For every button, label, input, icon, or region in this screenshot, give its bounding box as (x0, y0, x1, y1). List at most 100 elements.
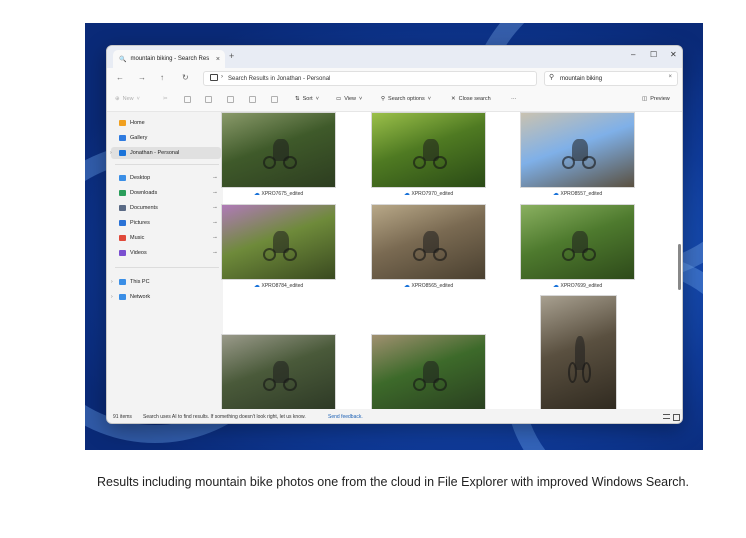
file-name: XPRO8784_edited (261, 283, 304, 289)
tiles-view-icon[interactable] (673, 414, 680, 421)
clear-search-icon[interactable]: × (668, 74, 672, 80)
file-name: XPRO7699_edited (560, 283, 603, 289)
chevron-down-icon: ˅ (359, 96, 363, 102)
photo-thumbnail[interactable] (371, 204, 486, 280)
wheel-shape (412, 155, 427, 170)
search-options-button[interactable]: ⚲ Search options ˅ (381, 96, 431, 102)
sidebar-item[interactable]: Desktop ⊸ (119, 172, 219, 184)
chevron-right-icon[interactable]: › (111, 279, 113, 285)
cut-icon[interactable]: ✂ (163, 96, 168, 102)
file-explorer-window: 🔍 mountain biking - Search Res × + – ☐ ✕… (106, 45, 683, 424)
sidebar-item[interactable]: Videos ⊸ (119, 247, 219, 259)
close-search-label: Close search (458, 96, 491, 102)
documents-icon (119, 205, 126, 211)
paste-icon[interactable] (205, 96, 212, 103)
sidebar-item[interactable]: › This PC (111, 276, 219, 288)
sidebar-item-label: Music (130, 235, 145, 241)
close-button[interactable]: ✕ (670, 50, 677, 59)
chevron-down-icon: ˅ (427, 96, 431, 102)
music-icon (119, 235, 126, 241)
photo-thumbnail[interactable] (371, 112, 486, 188)
cloud-icon (119, 150, 126, 156)
title-bar: 🔍 mountain biking - Search Res × + – ☐ ✕ (107, 46, 682, 68)
sidebar-divider (115, 164, 219, 165)
photo-thumbnail[interactable] (221, 112, 336, 188)
file-name: XPRO8565_edited (411, 283, 454, 289)
wheel-shape (582, 247, 596, 262)
sidebar-item[interactable]: Documents ⊸ (119, 202, 219, 214)
file-name-caption[interactable]: ☁ XPRO8557_edited (520, 190, 635, 197)
sort-label: Sort (302, 96, 313, 102)
send-feedback-link[interactable]: Send feedback. (328, 414, 363, 420)
chevron-right-icon[interactable]: › (111, 294, 113, 300)
view-label: View (344, 96, 357, 102)
search-icon: 🔍 (119, 56, 127, 63)
sidebar-item[interactable]: › Jonathan - Personal (110, 147, 221, 159)
wheel-shape (262, 155, 277, 170)
wheel-shape (561, 155, 576, 170)
up-button[interactable]: ↑ (160, 73, 164, 82)
wheel-shape (412, 377, 427, 392)
tab-search-results[interactable]: 🔍 mountain biking - Search Res × (113, 50, 225, 68)
maximize-button[interactable]: ☐ (650, 50, 657, 59)
pin-icon: ⊸ (212, 250, 217, 256)
sidebar-item[interactable]: › Network (111, 291, 219, 303)
plus-circle-icon: ⊕ (115, 96, 120, 102)
scrollbar-thumb[interactable] (678, 244, 681, 290)
forward-button[interactable]: → (138, 73, 146, 82)
wheel-shape (582, 155, 596, 170)
item-count: 91 items (113, 414, 132, 420)
search-input[interactable]: ⚲ mountain biking × (544, 71, 678, 86)
photo-thumbnail[interactable] (520, 112, 635, 188)
more-options-button[interactable]: ··· (511, 96, 517, 102)
details-view-icon[interactable] (663, 414, 670, 419)
rename-icon[interactable] (227, 96, 234, 103)
file-name-caption[interactable]: ☁ XPRO8784_edited (221, 282, 336, 289)
search-options-label: Search options (388, 96, 425, 102)
pc-icon (210, 74, 218, 81)
home-icon (119, 120, 126, 126)
file-name: XPRO8557_edited (560, 191, 603, 197)
sidebar-item[interactable]: Gallery (119, 132, 219, 144)
close-search-button[interactable]: ✕ Close search (451, 96, 491, 102)
desktop-icon (119, 175, 126, 181)
photo-thumbnail[interactable] (540, 295, 617, 411)
photo-thumbnail[interactable] (371, 334, 486, 410)
sidebar-item[interactable]: Downloads ⊸ (119, 187, 219, 199)
photo-thumbnail[interactable] (520, 204, 635, 280)
new-button[interactable]: ⊕ New ˅ (115, 96, 140, 102)
file-name-caption[interactable]: ☁ XPRO8565_edited (371, 282, 486, 289)
sidebar-item-label: Downloads (130, 190, 158, 196)
sidebar-item[interactable]: Home (119, 117, 219, 129)
photo-thumbnail[interactable] (221, 204, 336, 280)
wheel-shape (561, 247, 576, 262)
pc-icon (119, 279, 126, 285)
tab-title: mountain biking - Search Res (130, 56, 210, 62)
sidebar-divider (115, 267, 219, 268)
share-icon[interactable] (249, 96, 256, 103)
results-view: ☁ XPRO7675_edited ☁ XPRO7970_edited ☁ XPRO… (221, 112, 682, 411)
sort-button[interactable]: ⇅ Sort ˅ (295, 96, 319, 102)
file-name-caption[interactable]: ☁ XPRO7675_edited (221, 190, 336, 197)
preview-button[interactable]: ◫ Preview (642, 96, 670, 102)
sidebar-item[interactable]: Music ⊸ (119, 232, 219, 244)
sidebar-item-label: Videos (130, 250, 147, 256)
refresh-button[interactable]: ↻ (182, 73, 189, 82)
sort-icon: ⇅ (295, 96, 300, 102)
minimize-button[interactable]: – (631, 50, 635, 59)
photo-thumbnail[interactable] (221, 334, 336, 410)
file-name-caption[interactable]: ☁ XPRO7699_edited (520, 282, 635, 289)
sidebar-item-label: Desktop (130, 175, 151, 181)
back-button[interactable]: ← (116, 73, 124, 82)
sidebar-item[interactable]: Pictures ⊸ (119, 217, 219, 229)
view-button[interactable]: ▭ View ˅ (336, 96, 362, 102)
file-name-caption[interactable]: ☁ XPRO7970_edited (371, 190, 486, 197)
pictures-icon (119, 220, 126, 226)
new-tab-button[interactable]: + (229, 51, 234, 61)
download-icon (119, 190, 126, 196)
delete-icon[interactable] (271, 96, 278, 103)
address-bar[interactable]: › Search Results in Jonathan - Personal (203, 71, 537, 86)
tab-close-icon[interactable]: × (216, 56, 220, 63)
chevron-right-icon[interactable]: › (110, 150, 112, 156)
copy-icon[interactable] (184, 96, 191, 103)
